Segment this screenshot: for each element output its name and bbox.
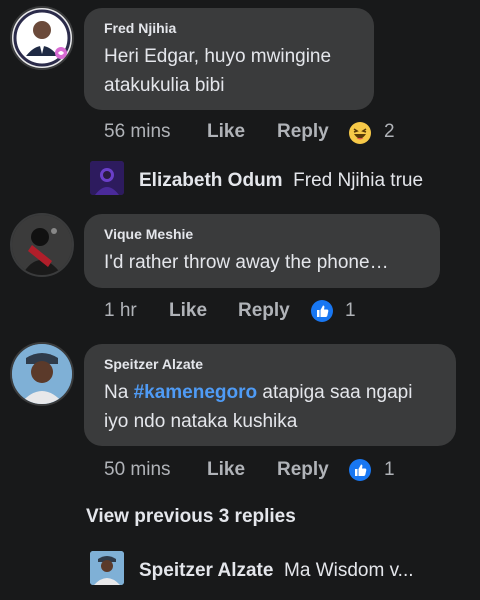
nested-reply[interactable]: Elizabeth Odum Fred Njihia true [139,170,423,192]
comment-bubble: Vique Meshie I'd rather throw away the p… [84,214,440,288]
reply-author[interactable]: Elizabeth Odum [139,170,283,191]
avatar[interactable] [10,342,74,406]
comment-text: Heri Edgar, huyo mwingine atakukulia bib… [104,46,332,96]
avatar[interactable] [10,6,74,70]
avatar[interactable] [90,161,124,195]
comment-author[interactable]: Speitzer Alzate [104,356,440,372]
comment-text: I'd rather throw away the phone… [104,252,389,273]
profile-photo-icon [13,9,71,67]
reaction-count[interactable]: 1 [384,459,395,481]
comment-time[interactable]: 50 mins [104,459,171,481]
comment-text: Na #kamenegoro atapiga saa ngapi iyo ndo… [104,378,440,436]
like-button[interactable]: Like [207,459,245,481]
haha-emoji-icon[interactable] [348,121,372,145]
like-thumb-icon[interactable] [310,299,334,323]
comment-time[interactable]: 1 hr [104,300,137,322]
comment-author[interactable]: Vique Meshie [104,226,424,242]
comment-bubble: Fred Njihia Heri Edgar, huyo mwingine at… [84,8,374,110]
view-previous-replies-link[interactable]: View previous 3 replies [86,506,296,528]
reply-button[interactable]: Reply [277,459,329,481]
reply-button[interactable]: Reply [277,121,329,143]
profile-photo-icon [12,344,72,404]
reply-button[interactable]: Reply [238,300,290,322]
profile-photo-icon [90,551,124,585]
like-button[interactable]: Like [207,121,245,143]
reply-text: Fred Njihia true [293,170,424,191]
nested-reply[interactable]: Speitzer Alzate Ma Wisdom v... [139,560,414,582]
comment-text-prefix: Na [104,382,134,403]
comment-author[interactable]: Fred Njihia [104,20,358,36]
reply-author[interactable]: Speitzer Alzate [139,560,273,581]
like-thumb-icon[interactable] [348,458,372,482]
reaction-count[interactable]: 2 [384,121,395,143]
profile-photo-icon [90,161,124,195]
profile-photo-icon [12,215,72,275]
avatar[interactable] [10,213,74,277]
reply-text: Ma Wisdom v... [284,560,414,581]
avatar[interactable] [90,551,124,585]
hashtag-link[interactable]: #kamenegoro [134,382,258,403]
like-button[interactable]: Like [169,300,207,322]
comment-bubble: Speitzer Alzate Na #kamenegoro atapiga s… [84,344,456,446]
reaction-count[interactable]: 1 [345,300,356,322]
comment-time[interactable]: 56 mins [104,121,171,143]
